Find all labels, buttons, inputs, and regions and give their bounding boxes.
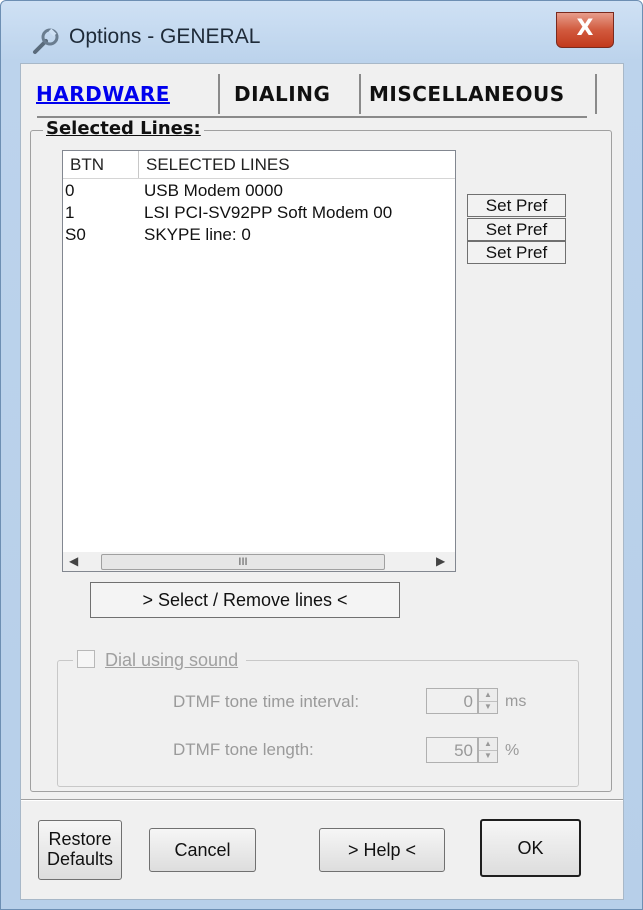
column-header-btn[interactable]: BTN — [63, 151, 139, 178]
spin-down-icon[interactable]: ▼ — [479, 750, 497, 762]
dtmf-interval-spinner[interactable]: ▲ ▼ — [478, 688, 498, 714]
dial-sound-group — [57, 660, 579, 787]
column-header-selected-lines[interactable]: SELECTED LINES — [139, 151, 446, 178]
restore-label-line1: Restore — [48, 829, 112, 849]
restore-label-line2: Defaults — [46, 849, 114, 869]
close-icon: X — [576, 16, 594, 41]
restore-defaults-button[interactable]: Restore Defaults — [38, 820, 122, 880]
dialog-client: HARDWARE DIALING MISCELLANEOUS Selected … — [20, 63, 624, 900]
row-line: SKYPE line: 0 — [144, 225, 251, 244]
wrench-icon — [33, 28, 59, 54]
horizontal-scrollbar[interactable]: ◀ III ▶ — [63, 552, 455, 571]
title-bar[interactable]: Options - GENERAL X — [1, 1, 642, 57]
list-row[interactable]: 0 USB Modem 0000 — [63, 180, 455, 202]
dtmf-length-spinner[interactable]: ▲ ▼ — [478, 737, 498, 763]
options-window: Options - GENERAL X HARDWARE DIALING MIS… — [0, 0, 643, 910]
tab-dialing[interactable]: DIALING — [226, 74, 361, 114]
close-button[interactable]: X — [556, 12, 614, 48]
tab-hardware[interactable]: HARDWARE — [36, 74, 220, 114]
select-remove-lines-button[interactable]: > Select / Remove lines < — [90, 582, 400, 618]
footer-separator — [21, 799, 623, 801]
list-row[interactable]: 1 LSI PCI-SV92PP Soft Modem 00 — [63, 202, 455, 224]
list-header: BTN SELECTED LINES — [63, 151, 455, 179]
selected-lines-caption: Selected Lines: — [43, 118, 204, 139]
set-pref-button-s0[interactable]: Set Pref — [467, 241, 566, 264]
tab-miscellaneous[interactable]: MISCELLANEOUS — [361, 74, 597, 114]
dial-using-sound-checkbox[interactable] — [77, 650, 95, 668]
window-title: Options - GENERAL — [69, 25, 261, 48]
cancel-button[interactable]: Cancel — [149, 828, 256, 872]
scroll-thumb[interactable]: III — [101, 554, 385, 570]
dtmf-interval-input[interactable]: 0 — [426, 688, 478, 714]
dial-using-sound-label: Dial using sound — [105, 650, 239, 670]
ok-button[interactable]: OK — [480, 819, 581, 877]
set-pref-button-1[interactable]: Set Pref — [467, 218, 566, 241]
list-row[interactable]: S0 SKYPE line: 0 — [63, 224, 455, 246]
dtmf-interval-label: DTMF tone time interval: — [173, 692, 360, 711]
scroll-left-arrow-icon[interactable]: ◀ — [69, 552, 78, 571]
dtmf-length-unit: % — [505, 742, 520, 759]
row-line: USB Modem 0000 — [144, 181, 283, 200]
dtmf-length-input[interactable]: 50 — [426, 737, 478, 763]
row-btn: S0 — [65, 225, 86, 244]
row-btn: 0 — [65, 181, 75, 200]
scroll-right-arrow-icon[interactable]: ▶ — [436, 552, 445, 571]
dtmf-interval-unit: ms — [505, 693, 527, 710]
row-btn: 1 — [65, 203, 75, 222]
help-button[interactable]: > Help < — [319, 828, 445, 872]
dial-using-sound-option[interactable]: Dial using sound — [73, 650, 247, 671]
spin-down-icon[interactable]: ▼ — [479, 701, 497, 713]
selected-lines-list[interactable]: BTN SELECTED LINES 0 USB Modem 0000 1 LS… — [62, 150, 456, 572]
row-line: LSI PCI-SV92PP Soft Modem 00 — [144, 203, 393, 222]
set-pref-button-0[interactable]: Set Pref — [467, 194, 566, 217]
dtmf-length-label: DTMF tone length: — [173, 740, 314, 759]
